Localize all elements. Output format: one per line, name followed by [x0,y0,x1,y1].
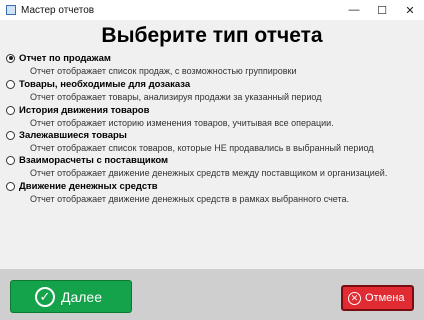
option-title: История движения товаров [19,104,150,116]
radio-button[interactable] [6,53,15,63]
page-title: Выберите тип отчета [101,24,323,47]
radio-button[interactable] [6,155,15,165]
footer-bar: ✓ Далее ✕ Отмена [0,269,424,320]
cancel-button[interactable]: ✕ Отмена [341,285,414,311]
maximize-icon[interactable]: ☐ [368,0,396,20]
cancel-button-label: Отмена [365,292,405,304]
option-description: Отчет отображает движение денежных средс… [30,194,350,204]
next-button-label: Далее [61,288,103,305]
option-description: Отчет отображает историю изменения товар… [30,118,334,128]
report-option-supplier[interactable]: Взаиморасчеты с поставщиком Отчет отобра… [6,154,420,178]
app-icon [6,5,16,15]
minimize-icon[interactable]: — [340,0,368,20]
option-title: Залежавшиеся товары [19,129,127,141]
report-option-reorder[interactable]: Товары, необходимые для дозаказа Отчет о… [6,78,420,102]
option-title: Взаиморасчеты с поставщиком [19,154,169,166]
option-description: Отчет отображает список товаров, которые… [30,143,374,153]
option-description: Отчет отображает товары, анализируя прод… [30,92,322,102]
window-controls: — ☐ ✕ [340,0,424,20]
report-option-sales[interactable]: Отчет по продажам Отчет отображает списо… [6,52,420,76]
option-description: Отчет отображает список продаж, с возмож… [30,66,297,76]
report-option-stale[interactable]: Залежавшиеся товары Отчет отображает спи… [6,129,420,153]
option-description: Отчет отображает движение денежных средс… [30,168,388,178]
radio-button[interactable] [6,105,15,115]
report-option-history[interactable]: История движения товаров Отчет отображае… [6,104,420,128]
window-title: Мастер отчетов [21,4,95,16]
option-title: Товары, необходимые для дозаказа [19,78,191,90]
title-bar: Мастер отчетов — ☐ ✕ [0,0,424,20]
content-panel: Выберите тип отчета Отчет по продажам От… [0,20,424,269]
radio-button[interactable] [6,130,15,140]
cancel-x-icon: ✕ [348,291,361,305]
check-icon: ✓ [35,286,55,307]
radio-button[interactable] [6,181,15,191]
close-icon[interactable]: ✕ [396,0,424,20]
option-title: Движение денежных средств [19,180,158,192]
next-button[interactable]: ✓ Далее [10,280,132,313]
option-title: Отчет по продажам [19,52,111,64]
report-option-cashflow[interactable]: Движение денежных средств Отчет отобража… [6,180,420,204]
radio-button[interactable] [6,79,15,89]
